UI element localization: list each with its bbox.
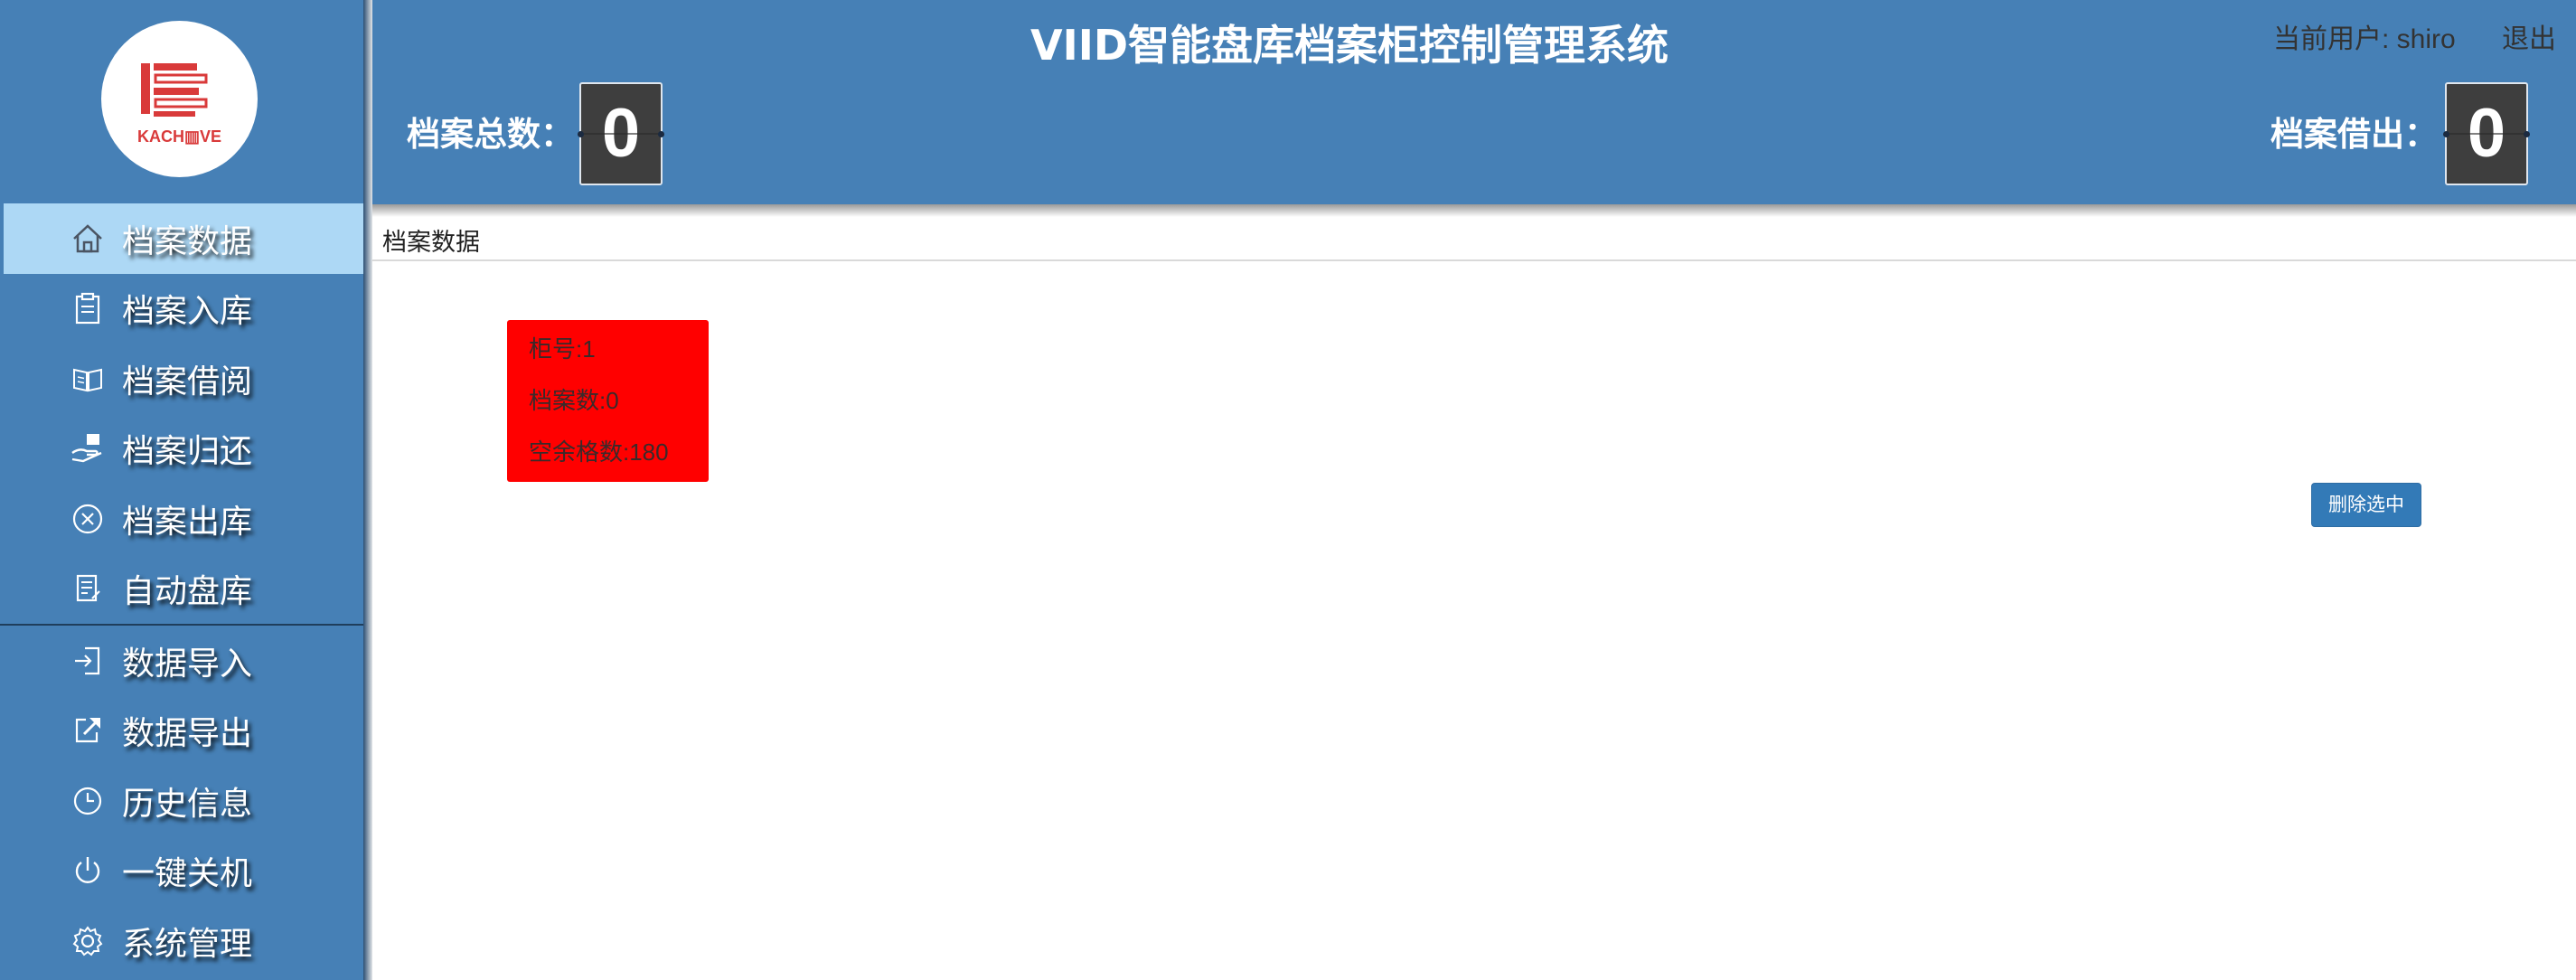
counter-hinge-left	[2443, 131, 2449, 137]
clock-icon	[73, 787, 102, 815]
borrowed-files-counter: 0	[2443, 82, 2530, 185]
logo: KACH▥VE	[101, 21, 258, 177]
edit-doc-icon	[76, 575, 100, 602]
hand-return-icon	[71, 434, 102, 463]
clipboard-icon	[75, 293, 100, 325]
logo-mark-icon	[141, 63, 208, 117]
import-icon	[75, 646, 100, 674]
sidebar-item-archive-out[interactable]: 档案出库	[0, 484, 363, 554]
counter-hinge-right	[658, 131, 664, 137]
sidebar-item-shutdown[interactable]: 一键关机	[0, 836, 363, 907]
breadcrumb: 档案数据	[382, 229, 480, 257]
home-icon	[73, 224, 102, 252]
header-shadow	[372, 204, 2576, 217]
counter-midline	[581, 133, 661, 135]
sidebar-item-auto-inventory[interactable]: 自动盘库	[0, 554, 363, 625]
sidebar-item-label: 一键关机	[122, 855, 253, 893]
cabinet-card[interactable]: 柜号:1 档案数:0 空余格数:180	[507, 320, 709, 482]
sidebar: KACH▥VE 档案数据 档案入库 档案借阅 档案归还 档案出库 自动盘库 数据…	[0, 0, 363, 980]
app-root: KACH▥VE 档案数据 档案入库 档案借阅 档案归还 档案出库 自动盘库 数据…	[0, 0, 2576, 980]
gear-icon	[72, 926, 103, 956]
sidebar-item-label: 数据导入	[122, 645, 253, 683]
counter-hinge-right	[2524, 131, 2530, 137]
open-book-icon	[73, 368, 102, 391]
sidebar-nav: 档案数据 档案入库 档案借阅 档案归还 档案出库 自动盘库 数据导入 数据导出 …	[0, 203, 363, 976]
current-user: 当前用户: shiro	[2273, 24, 2456, 54]
sidebar-item-label: 系统管理	[122, 925, 253, 963]
content-divider	[372, 259, 2576, 261]
sidebar-item-archive-return[interactable]: 档案归还	[0, 414, 363, 485]
logo-text: KACH▥VE	[136, 127, 221, 146]
sidebar-item-data-import[interactable]: 数据导入	[0, 626, 363, 696]
sidebar-item-system-settings[interactable]: 系统管理	[0, 906, 363, 976]
counter-midline	[2447, 133, 2526, 135]
sidebar-item-label: 数据导出	[122, 715, 253, 753]
sidebar-item-label: 档案借阅	[122, 363, 253, 400]
logout-link[interactable]: 退出	[2502, 16, 2556, 56]
power-icon	[75, 857, 100, 884]
sidebar-item-label: 历史信息	[122, 785, 253, 823]
sidebar-item-history[interactable]: 历史信息	[0, 766, 363, 836]
sidebar-item-label: 档案归还	[122, 433, 253, 471]
app-title: VIID智能盘库档案柜控制管理系统	[1030, 21, 1669, 70]
total-files-counter: 0	[578, 82, 664, 185]
sidebar-item-label: 自动盘库	[122, 573, 253, 611]
sidebar-item-label: 档案数据	[122, 222, 253, 260]
total-files-label: 档案总数：	[407, 115, 574, 154]
sidebar-item-data-export[interactable]: 数据导出	[0, 696, 363, 767]
sidebar-shadow	[363, 0, 372, 980]
sidebar-item-label: 档案入库	[122, 293, 253, 331]
sidebar-item-archive-borrow[interactable]: 档案借阅	[0, 344, 363, 414]
cabinet-empty-slots: 空余格数:180	[529, 438, 669, 466]
delete-selected-button[interactable]: 删除选中	[2311, 483, 2421, 527]
export-icon	[75, 718, 100, 743]
cabinet-number: 柜号:1	[529, 335, 596, 363]
counter-hinge-left	[578, 131, 584, 137]
cabinet-file-count: 档案数:0	[529, 387, 619, 414]
borrowed-files-label: 档案借出：	[2270, 115, 2438, 154]
sidebar-item-archive-data[interactable]: 档案数据	[4, 203, 363, 274]
sidebar-item-archive-in[interactable]: 档案入库	[0, 274, 363, 344]
sidebar-item-label: 档案出库	[122, 503, 253, 541]
circle-x-icon	[72, 504, 103, 533]
